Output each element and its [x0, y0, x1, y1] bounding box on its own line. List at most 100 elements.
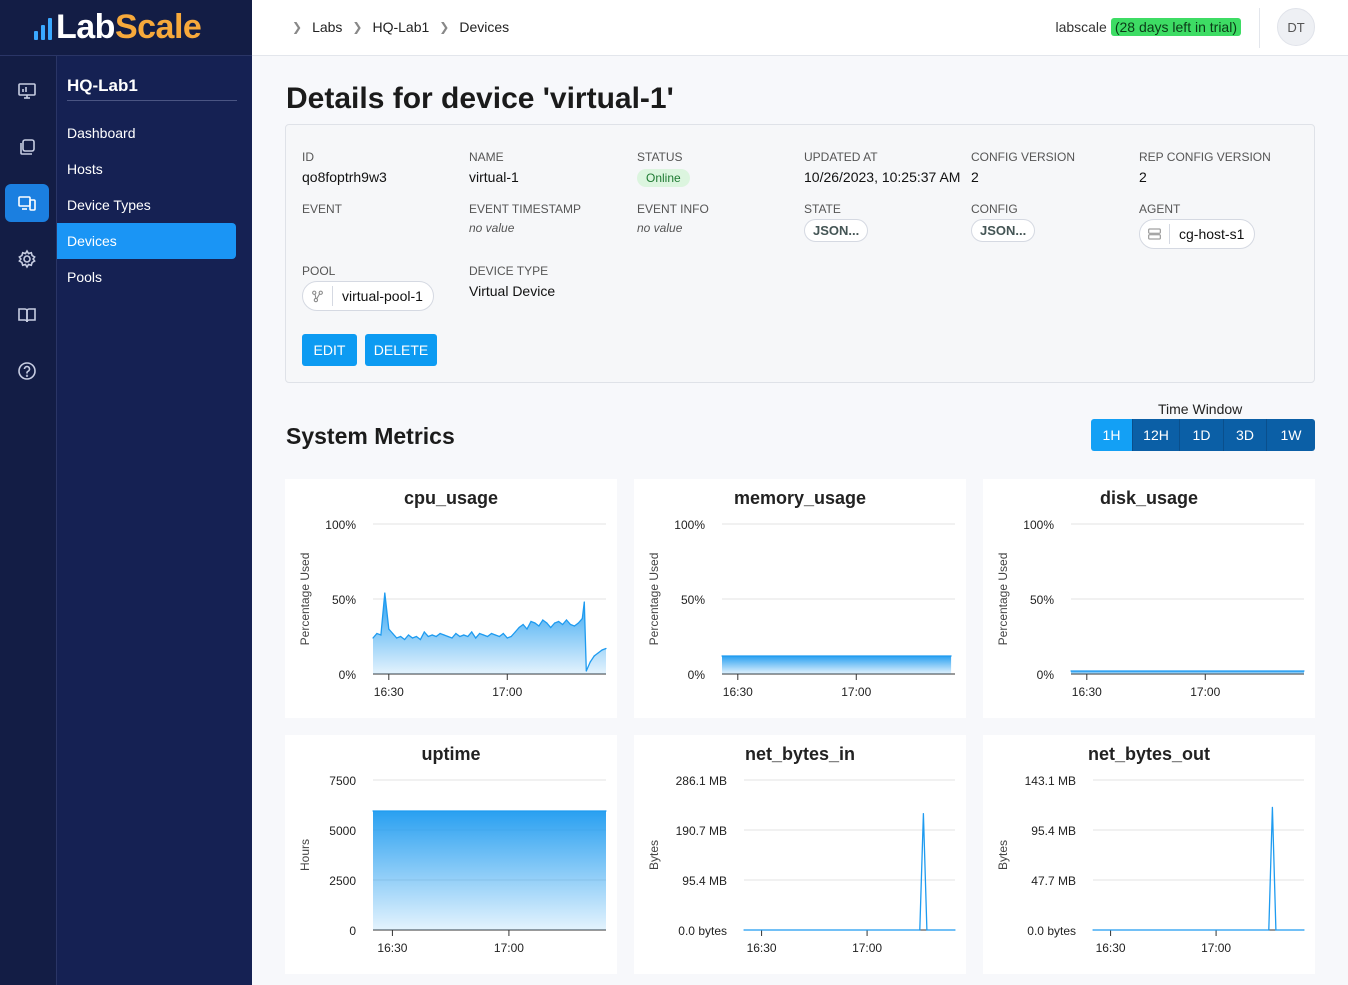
x-tick-label: 16:30	[1096, 941, 1126, 955]
field-rep-config-version: REP CONFIG VERSION 2	[1139, 150, 1271, 185]
series-area	[373, 811, 606, 930]
data-point	[459, 635, 461, 638]
sidebar-item-dashboard[interactable]: Dashboard	[57, 115, 236, 151]
data-point	[415, 635, 417, 638]
data-point	[601, 649, 603, 651]
delete-button[interactable]: DELETE	[365, 334, 437, 366]
data-point	[518, 626, 520, 629]
y-tick-label: 0%	[688, 668, 706, 682]
y-axis-label: Bytes	[996, 840, 1010, 870]
chevron-right-icon: ❯	[292, 20, 303, 34]
breadcrumb: ❯ Labs ❯ HQ-Lab1 ❯ Devices	[292, 19, 509, 35]
time-window-selector: 1H 12H 1D 3D 1W	[1091, 419, 1315, 451]
data-point	[388, 628, 390, 630]
chart-title: memory_usage	[734, 488, 866, 508]
book-icon	[18, 308, 36, 323]
time-window-3d[interactable]: 3D	[1223, 419, 1266, 451]
state-json-chip[interactable]: JSON...	[804, 219, 869, 242]
device-details-card: ID qo8foptrh9w3 NAME virtual-1 STATUS On…	[285, 124, 1315, 383]
y-tick-label: 0.0 bytes	[1027, 924, 1076, 938]
y-tick-label: 0	[349, 924, 356, 938]
edit-button[interactable]: EDIT	[302, 334, 357, 366]
data-point	[573, 625, 575, 627]
data-point	[494, 634, 496, 636]
status-badge: Online	[637, 169, 690, 187]
field-updated-at: UPDATED AT 10/26/2023, 10:25:37 AM	[804, 150, 961, 185]
top-bar: ❯ Labs ❯ HQ-Lab1 ❯ Devices labscale (28 …	[252, 0, 1348, 56]
field-config: CONFIG JSON...	[971, 202, 1036, 242]
sidebar-item-devices[interactable]: Devices	[57, 223, 236, 259]
logo-text: LabScale	[56, 8, 202, 46]
data-point	[530, 620, 532, 623]
field-event: EVENT	[302, 202, 343, 216]
page-title: Details for device 'virtual-1'	[286, 82, 674, 115]
x-tick-label: 17:00	[852, 941, 882, 955]
data-point	[534, 622, 536, 624]
time-window-1w[interactable]: 1W	[1266, 419, 1315, 451]
data-point	[581, 617, 583, 620]
logo[interactable]: LabScale	[0, 0, 252, 56]
y-tick-label: 0.0 bytes	[678, 924, 727, 938]
breadcrumb-devices: Devices	[459, 19, 510, 35]
rail-monitor-button[interactable]	[5, 72, 49, 110]
data-point	[526, 628, 528, 630]
chevron-right-icon: ❯	[352, 20, 363, 34]
x-tick-label: 16:30	[747, 941, 777, 955]
devices-icon	[18, 196, 36, 211]
data-point	[950, 655, 952, 657]
pool-chip[interactable]: virtual-pool-1	[302, 281, 434, 311]
data-point	[443, 634, 445, 636]
time-window-12h[interactable]: 12H	[1132, 419, 1179, 451]
data-point	[380, 634, 382, 636]
chart-net-bytes-in: net_bytes_in Bytes 286.1 MB 190.7 MB 95.4 MB…	[634, 735, 966, 974]
data-point	[506, 637, 508, 639]
rail-help-button[interactable]	[5, 352, 49, 390]
field-name: NAME virtual-1	[469, 150, 519, 185]
config-json-chip[interactable]: JSON...	[971, 219, 1036, 242]
y-tick-label: 100%	[1023, 518, 1054, 532]
data-point	[922, 813, 924, 815]
copy-icon	[20, 139, 35, 155]
sidebar: HQ-Lab1 Dashboard Hosts Device Types Dev…	[56, 56, 252, 985]
data-point	[597, 652, 599, 654]
data-point	[419, 638, 421, 641]
chart-disk-usage: disk_usage Percentage Used 100% 50% 0% 16:30 1…	[983, 479, 1315, 718]
sidebar-item-hosts[interactable]: Hosts	[57, 151, 236, 187]
chart-memory-usage: memory_usage Percentage Used 100% 50% 0% 16:3…	[634, 479, 966, 718]
trial-badge[interactable]: (28 days left in trial)	[1110, 18, 1241, 36]
time-window-label: Time Window	[1158, 401, 1243, 417]
data-point	[510, 635, 512, 638]
account-info: labscale (28 days left in trial)	[1055, 18, 1241, 36]
breadcrumb-labs[interactable]: Labs	[312, 19, 342, 35]
data-point	[589, 661, 591, 663]
data-point	[550, 626, 552, 629]
avatar[interactable]: DT	[1277, 8, 1315, 46]
data-point	[479, 632, 481, 635]
y-tick-label: 47.7 MB	[1031, 874, 1076, 888]
series-area	[722, 656, 952, 674]
data-point	[372, 810, 374, 812]
y-tick-label: 95.4 MB	[682, 874, 727, 888]
y-tick-label: 190.7 MB	[676, 824, 727, 838]
breadcrumb-lab[interactable]: HQ-Lab1	[372, 19, 429, 35]
x-tick-label: 16:30	[723, 685, 753, 699]
rail-devices-button[interactable]	[5, 184, 49, 222]
sidebar-title: HQ-Lab1	[67, 76, 237, 101]
rail-docs-button[interactable]	[5, 296, 49, 334]
rail-settings-button[interactable]	[5, 240, 49, 278]
data-point	[486, 635, 489, 638]
monitor-icon	[18, 83, 36, 99]
x-tick-label: 17:00	[1201, 941, 1231, 955]
data-point	[1092, 929, 1094, 931]
agent-chip[interactable]: cg-host-s1	[1139, 219, 1256, 249]
sidebar-item-device-types[interactable]: Device Types	[57, 187, 236, 223]
data-point	[498, 635, 500, 638]
data-point	[396, 637, 398, 639]
field-config-version: CONFIG VERSION 2	[971, 150, 1076, 185]
data-point	[514, 631, 516, 633]
sidebar-item-pools[interactable]: Pools	[57, 259, 236, 295]
data-point	[467, 635, 469, 638]
time-window-1h[interactable]: 1H	[1091, 419, 1132, 451]
rail-copy-button[interactable]	[5, 128, 49, 166]
time-window-1d[interactable]: 1D	[1179, 419, 1223, 451]
